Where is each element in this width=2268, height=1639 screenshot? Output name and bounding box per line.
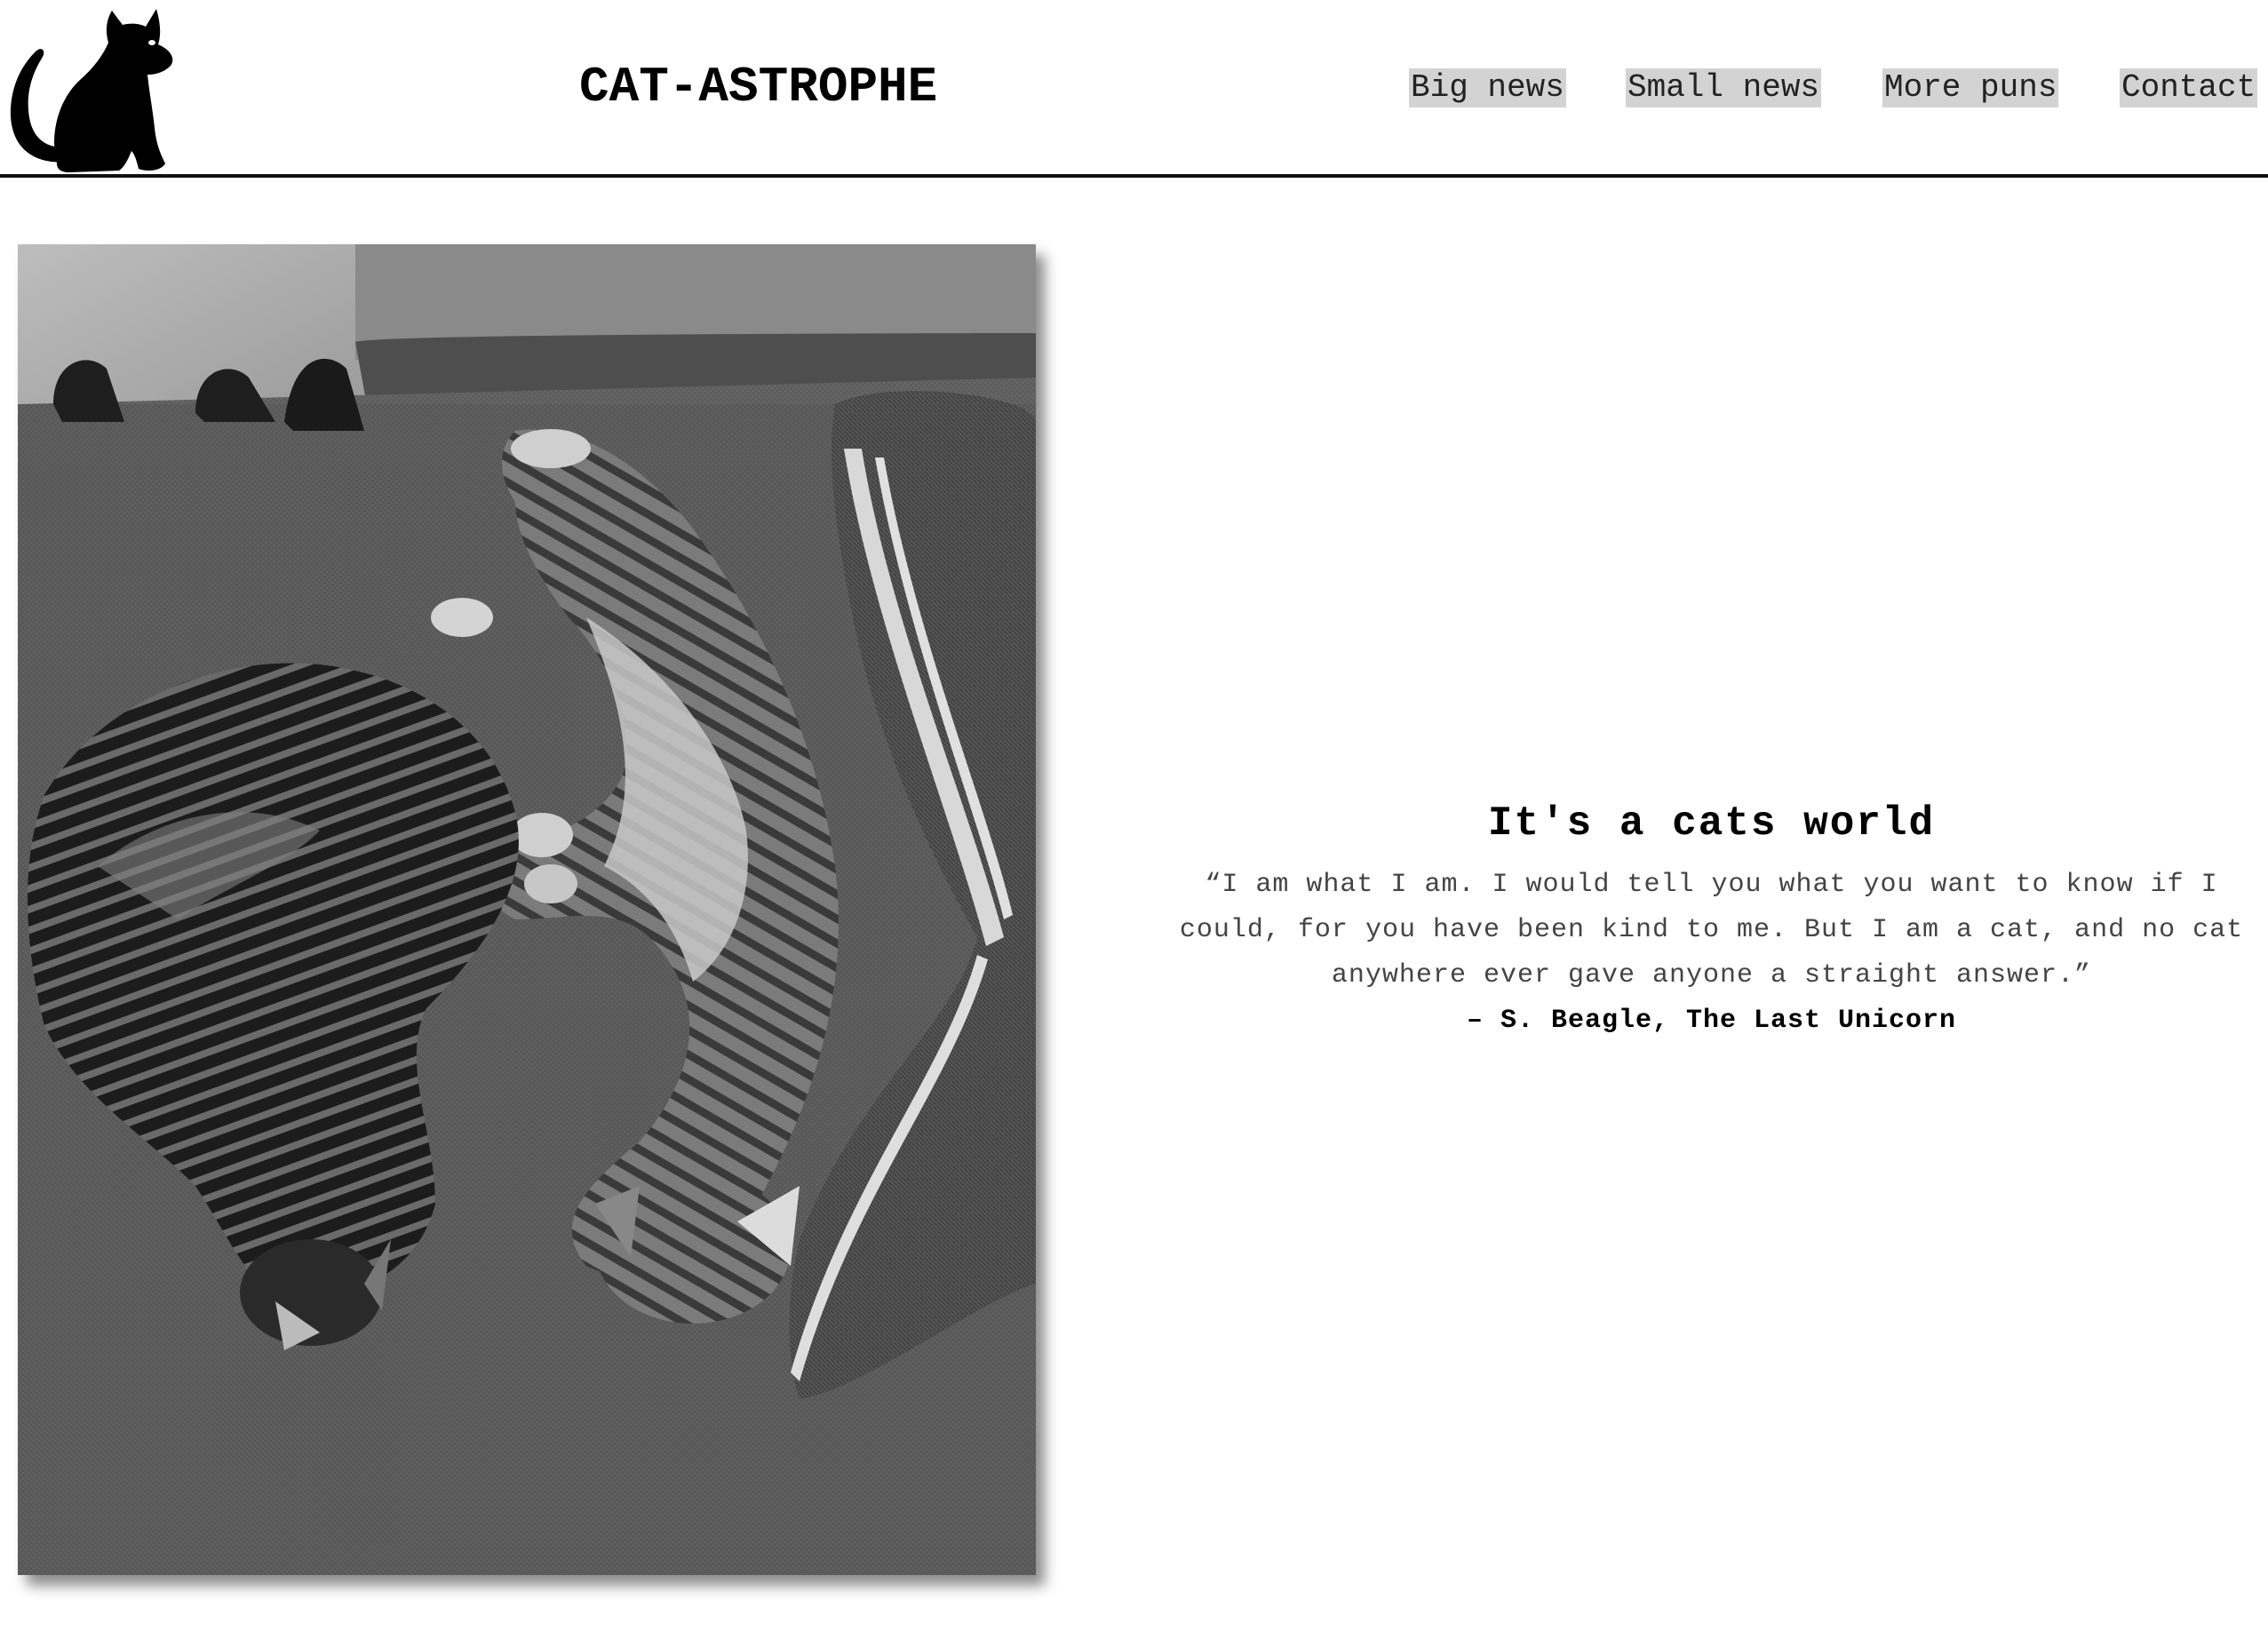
kittens-photo: [18, 244, 1036, 1575]
main-nav: Big news Small news More puns Contact: [0, 68, 2268, 107]
quote-section: It's a cats world “I am what I am. I wou…: [1155, 795, 2268, 1043]
nav-link-contact[interactable]: Contact: [2120, 68, 2258, 107]
nav-link-big-news[interactable]: Big news: [1409, 68, 1566, 107]
site-header: CAT-ASTROPHE Big news Small news More pu…: [0, 0, 2268, 178]
nav-link-more-puns[interactable]: More puns: [1882, 68, 2059, 107]
nav-link-small-news[interactable]: Small news: [1626, 68, 1822, 107]
quote-attribution: – S. Beagle, The Last Unicorn: [1466, 1006, 1957, 1036]
quote-heading: It's a cats world: [1487, 800, 1936, 847]
quote-text: “I am what I am. I would tell you what y…: [1179, 870, 2244, 991]
